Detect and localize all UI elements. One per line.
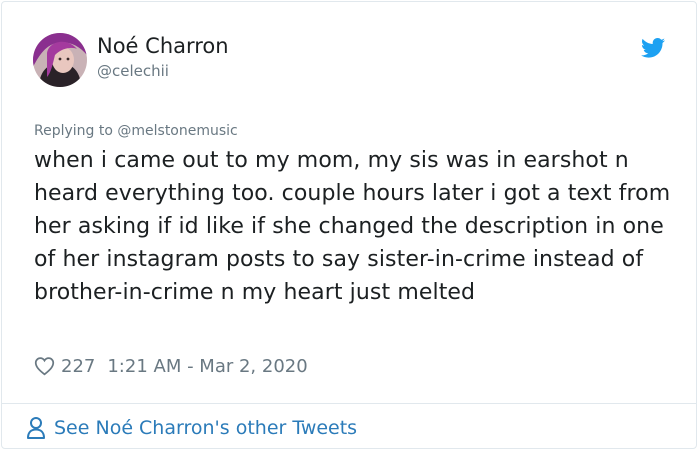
tweet-meta: 227 1:21 AM - Mar 2, 2020 [34,353,308,379]
avatar[interactable] [33,33,87,87]
divider [2,403,696,404]
tweet-timestamp[interactable]: 1:21 AM - Mar 2, 2020 [107,356,307,377]
author-name[interactable]: Noé Charron [97,34,229,58]
heart-icon[interactable] [34,356,55,376]
like-count[interactable]: 227 [61,356,95,377]
avatar-image [33,33,87,87]
see-other-tweets-link[interactable]: See Noé Charron's other Tweets [26,416,357,440]
see-other-tweets-label[interactable]: See Noé Charron's other Tweets [54,417,357,439]
replying-to-label[interactable]: Replying to @melstonemusic [34,123,238,139]
twitter-bird-icon[interactable] [641,37,665,59]
embedded-tweet-card: Noé Charron @celechii Replying to @melst… [1,1,697,449]
author-handle[interactable]: @celechii [97,62,169,80]
person-icon [27,417,45,439]
tweet-text: when i came out to my mom, my sis was in… [34,148,671,305]
